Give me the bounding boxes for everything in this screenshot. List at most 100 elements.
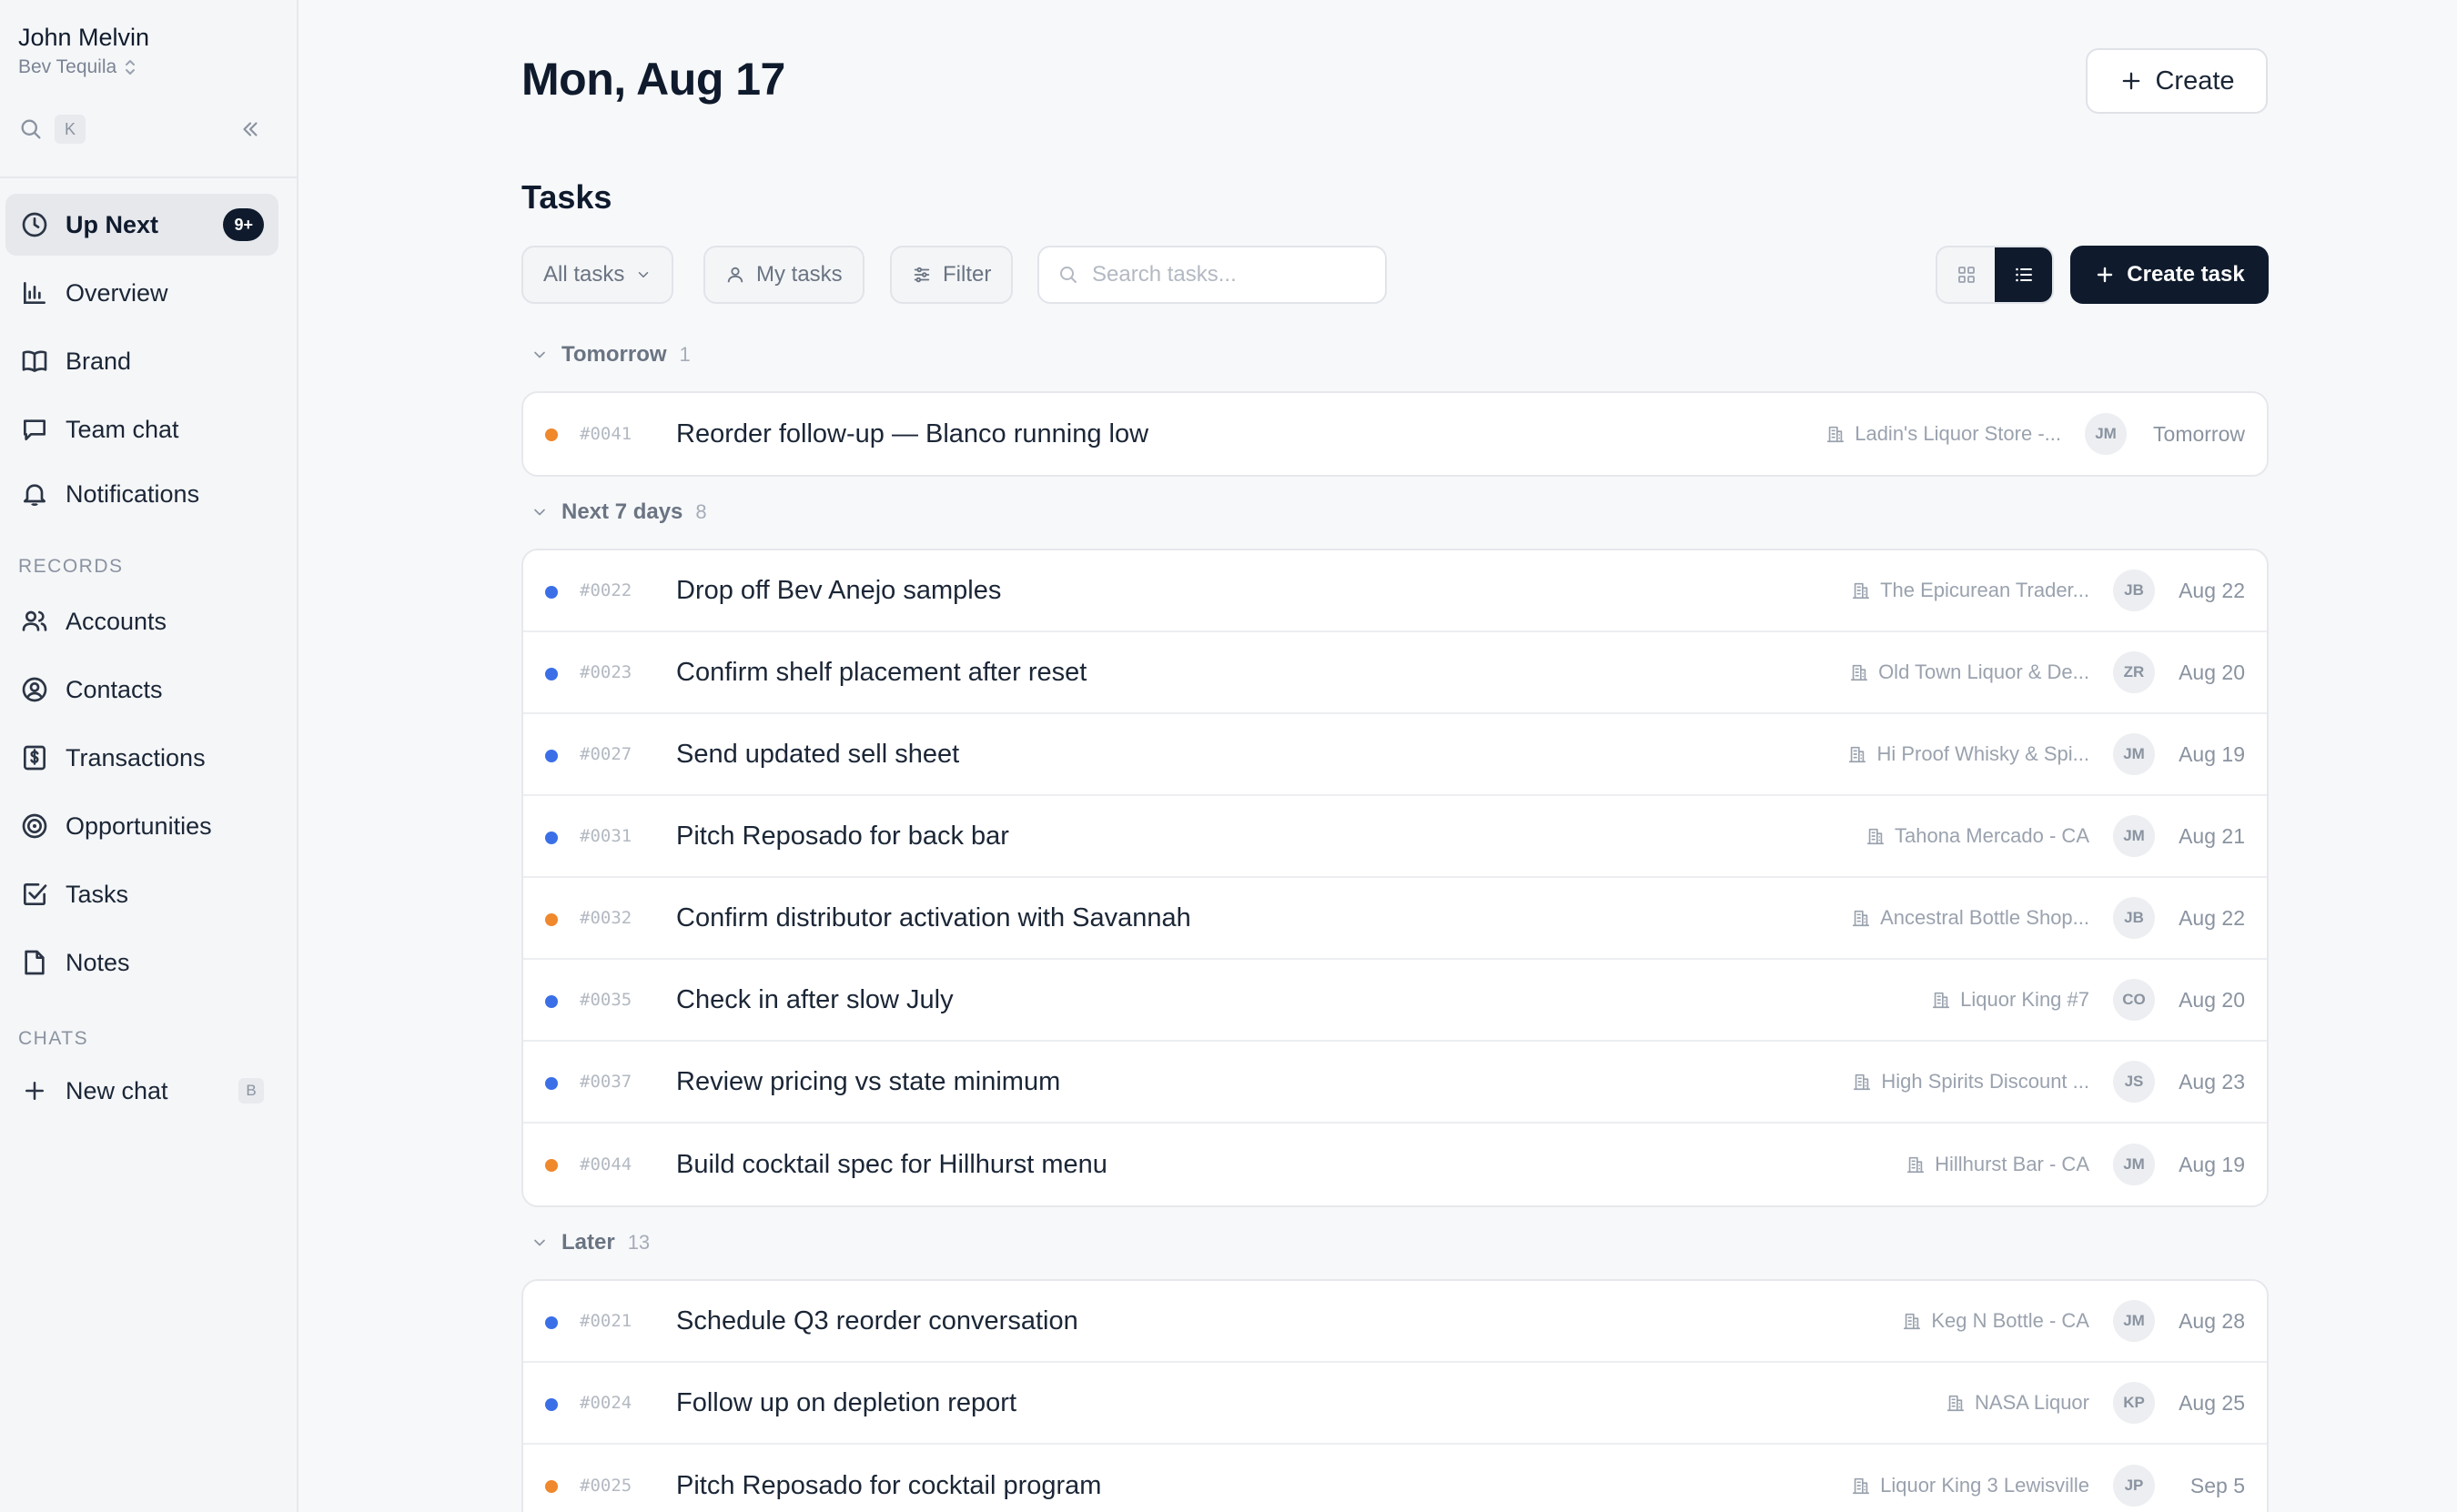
sidebar-item-transactions[interactable]: Transactions xyxy=(5,727,278,789)
task-account[interactable]: Old Town Liquor & De... xyxy=(1849,660,2089,684)
task-title: Reorder follow-up — Blanco running low xyxy=(676,418,1149,449)
sidebar-item-overview[interactable]: Overview xyxy=(5,262,278,324)
workspace-switcher[interactable]: Bev Tequila xyxy=(18,55,149,80)
grid-view-button[interactable] xyxy=(1937,247,1995,302)
assignee-avatar[interactable]: JP xyxy=(2113,1465,2155,1507)
account-name: Keg N Bottle - CA xyxy=(1931,1309,2089,1332)
task-row[interactable]: #0037 Review pricing vs state minimum High… xyxy=(523,1042,2267,1124)
assignee-avatar[interactable]: JB xyxy=(2113,570,2155,611)
task-row[interactable]: #0021 Schedule Q3 reorder conversation Keg… xyxy=(523,1281,2267,1363)
task-row[interactable]: #0044 Build cocktail spec for Hillhurst m… xyxy=(523,1124,2267,1205)
create-task-button[interactable]: Create task xyxy=(2070,246,2269,304)
task-account[interactable]: Keg N Bottle - CA xyxy=(1902,1309,2089,1333)
sidebar-item-brand[interactable]: Brand xyxy=(5,330,278,392)
list-icon xyxy=(2013,264,2035,286)
all-tasks-dropdown[interactable]: All tasks xyxy=(521,246,674,304)
chevron-down-icon xyxy=(635,267,652,283)
task-id: #0032 xyxy=(580,908,632,928)
sidebar-divider xyxy=(0,176,297,178)
priority-dot xyxy=(545,1159,558,1172)
building-icon xyxy=(1849,662,1869,682)
assignee-avatar[interactable]: JM xyxy=(2113,1144,2155,1185)
sidebar-item-contacts[interactable]: Contacts xyxy=(5,659,278,721)
search-icon[interactable] xyxy=(18,116,44,142)
task-row[interactable]: #0041 Reorder follow-up — Blanco running … xyxy=(523,393,2267,475)
task-row[interactable]: #0035 Check in after slow July Liquor King… xyxy=(523,960,2267,1042)
due-date: Sep 5 xyxy=(2189,1473,2245,1497)
view-mode-toggle xyxy=(1936,246,2054,304)
sidebar-item-notes[interactable]: Notes xyxy=(5,932,278,993)
priority-dot xyxy=(545,750,558,762)
task-account[interactable]: The Epicurean Trader... xyxy=(1851,579,2089,602)
task-account[interactable]: Ancestral Bottle Shop... xyxy=(1851,906,2089,930)
sidebar-item-team-chat[interactable]: Team chat xyxy=(5,398,278,460)
user-block: John Melvin Bev Tequila xyxy=(18,22,149,80)
task-account[interactable]: Liquor King 3 Lewisville xyxy=(1851,1474,2089,1497)
filter-label: Filter xyxy=(943,262,992,287)
assignee-avatar[interactable]: JM xyxy=(2085,413,2127,455)
filter-button[interactable]: Filter xyxy=(890,246,1014,304)
assignee-avatar[interactable]: JB xyxy=(2113,897,2155,939)
plus-icon xyxy=(2118,68,2144,94)
grid-icon xyxy=(1956,264,1977,286)
assignee-avatar[interactable]: JS xyxy=(2113,1061,2155,1103)
my-tasks-button[interactable]: My tasks xyxy=(703,246,864,304)
search-input[interactable] xyxy=(1092,262,1365,287)
chat-bubble-icon xyxy=(18,413,51,446)
group-header[interactable]: Later 13 xyxy=(531,1226,650,1259)
task-id: #0031 xyxy=(580,826,632,846)
user-name: John Melvin xyxy=(18,24,150,51)
building-icon xyxy=(1825,424,1845,444)
sidebar-item-notifications[interactable]: Notifications xyxy=(5,463,278,525)
collapse-sidebar-icon[interactable] xyxy=(238,117,262,141)
assignee-avatar[interactable]: JM xyxy=(2113,733,2155,775)
task-meta: The Epicurean Trader... JB Aug 22 xyxy=(1851,570,2245,611)
new-chat-button[interactable]: New chat B xyxy=(5,1060,278,1122)
task-account[interactable]: Hi Proof Whisky & Spi... xyxy=(1847,742,2089,766)
assignee-avatar[interactable]: ZR xyxy=(2113,651,2155,693)
user-icon xyxy=(725,265,745,285)
task-meta: Keg N Bottle - CA JM Aug 28 xyxy=(1902,1300,2245,1342)
task-row[interactable]: #0022 Drop off Bev Anejo samples The Epicu… xyxy=(523,550,2267,632)
account-name: Liquor King 3 Lewisville xyxy=(1880,1474,2089,1497)
group-header[interactable]: Next 7 days 8 xyxy=(531,496,707,529)
priority-dot xyxy=(545,586,558,599)
page-title: Mon, Aug 17 xyxy=(521,54,785,105)
clock-icon xyxy=(18,208,51,241)
account-name: NASA Liquor xyxy=(1975,1391,2089,1414)
task-account[interactable]: Hillhurst Bar - CA xyxy=(1906,1153,2089,1176)
task-id: #0041 xyxy=(580,424,632,444)
sidebar-item-tasks[interactable]: Tasks xyxy=(5,863,278,925)
task-meta: Liquor King #7 CO Aug 20 xyxy=(1931,979,2245,1021)
task-row[interactable]: #0025 Pitch Reposado for cocktail program… xyxy=(523,1445,2267,1512)
task-row[interactable]: #0027 Send updated sell sheet Hi Proof Whi… xyxy=(523,714,2267,796)
task-row[interactable]: #0024 Follow up on depletion report NASA L… xyxy=(523,1363,2267,1445)
account-name: Old Town Liquor & De... xyxy=(1878,660,2089,683)
sidebar-item-up-next[interactable]: Up Next 9+ xyxy=(5,194,278,256)
task-row[interactable]: #0032 Confirm distributor activation with… xyxy=(523,878,2267,960)
plus-icon xyxy=(2094,264,2116,286)
task-account[interactable]: Liquor King #7 xyxy=(1931,988,2089,1012)
list-view-button[interactable] xyxy=(1995,247,2052,302)
group-name: Tomorrow xyxy=(561,342,667,367)
group-header[interactable]: Tomorrow 1 xyxy=(531,338,691,371)
assignee-avatar[interactable]: CO xyxy=(2113,979,2155,1021)
assignee-avatar[interactable]: KP xyxy=(2113,1382,2155,1424)
task-row[interactable]: #0031 Pitch Reposado for back bar Tahona M… xyxy=(523,796,2267,878)
task-row[interactable]: #0023 Confirm shelf placement after reset… xyxy=(523,632,2267,714)
assignee-avatar[interactable]: JM xyxy=(2113,815,2155,857)
create-button[interactable]: Create xyxy=(2086,48,2268,114)
workspace-name: Bev Tequila xyxy=(18,56,117,77)
task-account[interactable]: Ladin's Liquor Store -... xyxy=(1825,422,2061,446)
due-date: Aug 23 xyxy=(2179,1069,2245,1094)
task-id: #0037 xyxy=(580,1072,632,1092)
sidebar-item-accounts[interactable]: Accounts xyxy=(5,590,278,652)
task-meta: Hi Proof Whisky & Spi... JM Aug 19 xyxy=(1847,733,2245,775)
sidebar-item-label: Opportunities xyxy=(66,811,212,840)
sidebar-item-opportunities[interactable]: Opportunities xyxy=(5,795,278,857)
task-meta: NASA Liquor KP Aug 25 xyxy=(1946,1382,2245,1424)
task-account[interactable]: Tahona Mercado - CA xyxy=(1866,824,2089,848)
task-account[interactable]: High Spirits Discount ... xyxy=(1852,1070,2089,1094)
task-account[interactable]: NASA Liquor xyxy=(1946,1391,2089,1415)
assignee-avatar[interactable]: JM xyxy=(2113,1300,2155,1342)
